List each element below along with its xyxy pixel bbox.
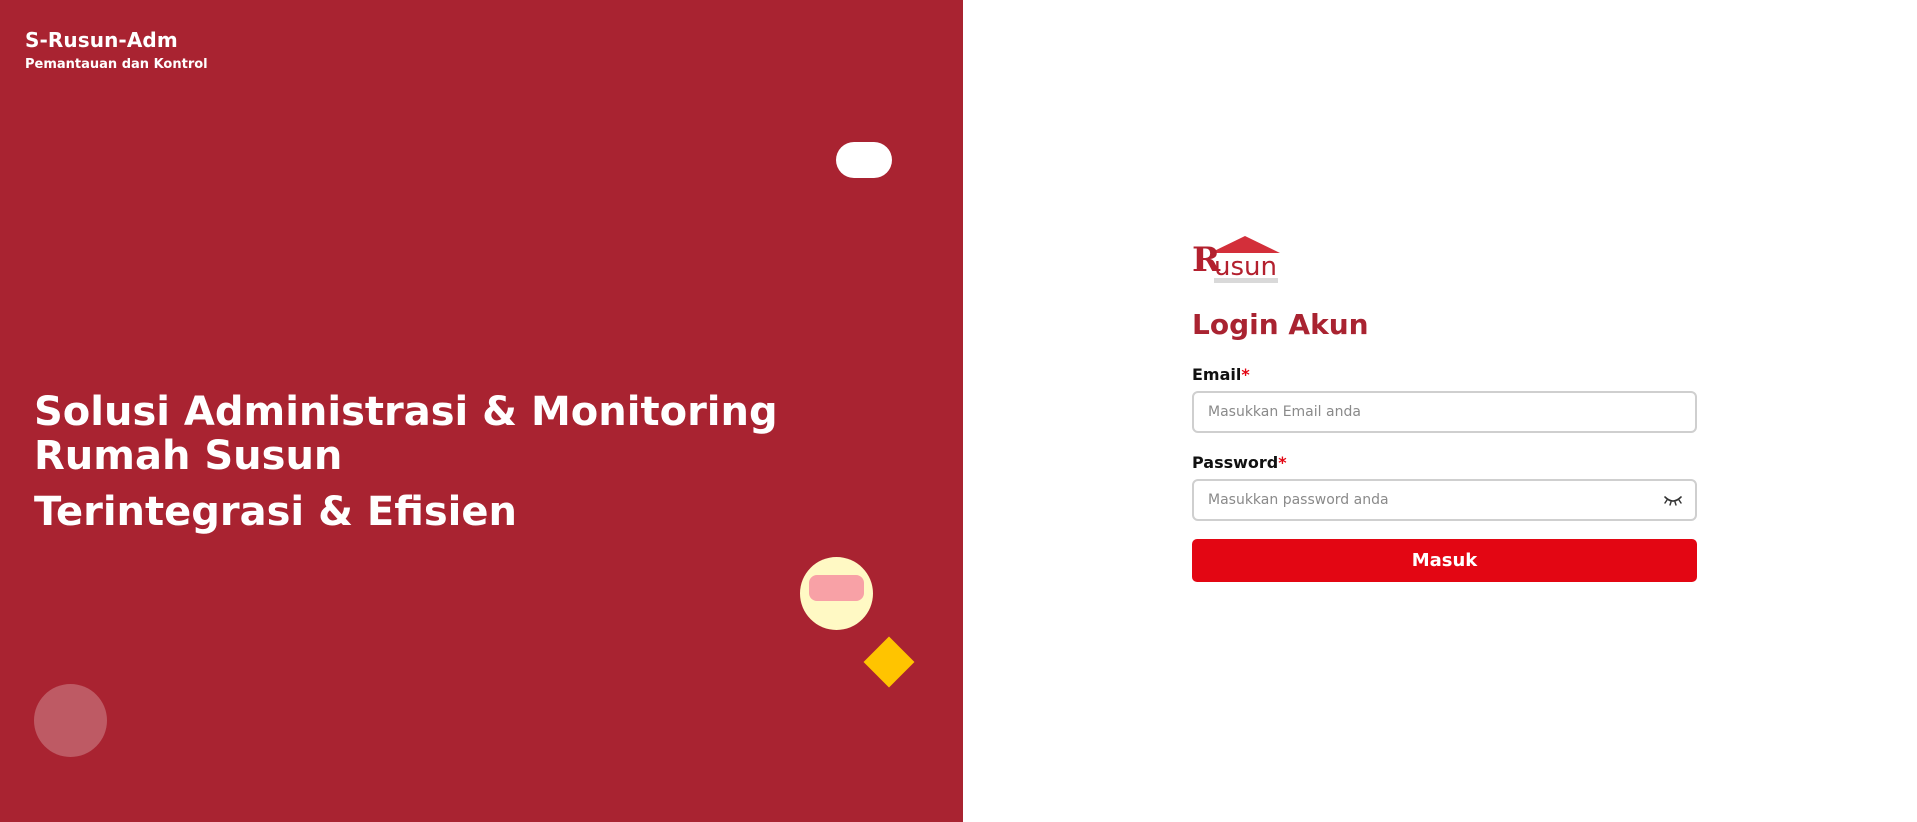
password-field[interactable] — [1194, 481, 1695, 519]
eye-closed-icon[interactable] — [1663, 493, 1683, 507]
password-required-marker: * — [1278, 453, 1287, 472]
password-field-box — [1192, 479, 1697, 521]
logo-word: usun — [1214, 252, 1277, 282]
email-label: Email* — [1192, 365, 1700, 384]
logo-roof-shape — [1210, 236, 1280, 253]
password-label-text: Password — [1192, 453, 1279, 472]
hero-panel: S-Rusun-Adm Pemantauan dan Kontrol Solus… — [0, 0, 963, 822]
password-label: Password* — [1192, 453, 1700, 472]
decorative-pill-pink — [809, 575, 864, 601]
brand-subtitle: Pemantauan dan Kontrol — [25, 57, 208, 72]
email-label-text: Email — [1192, 365, 1242, 384]
decorative-pill-white — [836, 142, 892, 178]
login-form: R usun Login Akun Email* Password* — [1192, 234, 1700, 582]
email-required-marker: * — [1241, 365, 1250, 384]
login-title: Login Akun — [1192, 308, 1369, 341]
email-field-box — [1192, 391, 1697, 433]
hero-text: Solusi Administrasi & Monitoring Rumah S… — [34, 390, 934, 534]
hero-tagline: Terintegrasi & Efisien — [34, 489, 517, 535]
email-field[interactable] — [1194, 393, 1695, 431]
login-button[interactable]: Masuk — [1192, 539, 1697, 582]
login-panel: R usun Login Akun Email* Password* — [963, 0, 1917, 822]
rusun-logo: R usun — [1192, 234, 1287, 286]
decorative-circle-faded — [34, 684, 107, 757]
hero-headline: Solusi Administrasi & Monitoring Rumah S… — [34, 389, 778, 479]
login-page: S-Rusun-Adm Pemantauan dan Kontrol Solus… — [0, 0, 1917, 822]
decorative-diamond — [863, 636, 915, 688]
brand: S-Rusun-Adm Pemantauan dan Kontrol — [25, 28, 208, 72]
brand-title: S-Rusun-Adm — [25, 28, 178, 52]
